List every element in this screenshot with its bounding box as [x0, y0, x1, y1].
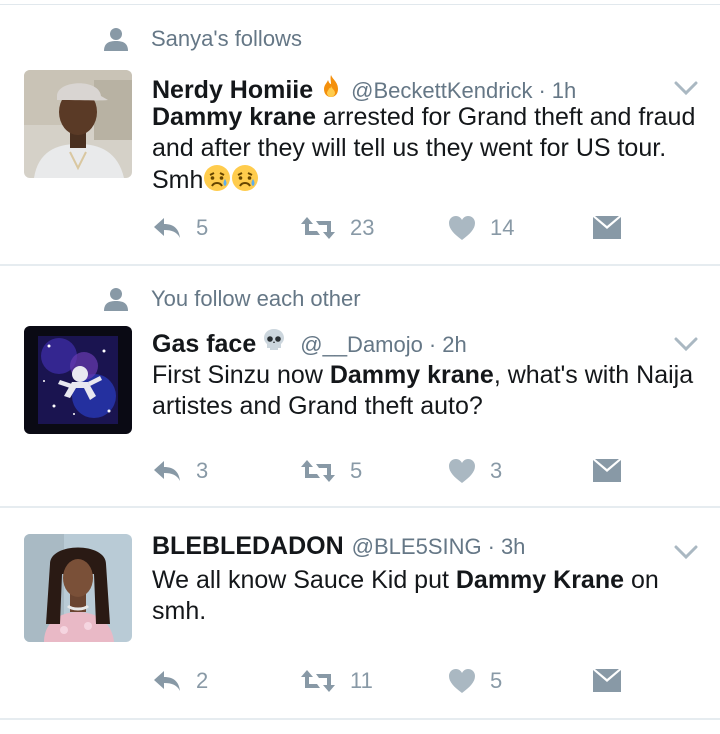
reply-count: 3 [196, 458, 209, 483]
retweet-icon [301, 670, 335, 692]
tweet[interactable]: You follow each other Gas face @__Damojo… [0, 266, 720, 508]
fire-icon [324, 75, 339, 97]
separator-dot: · [428, 332, 437, 357]
handle[interactable]: @BeckettKendrick [351, 78, 532, 104]
heart-icon [449, 459, 475, 483]
tweet-text-bold: Dammy Krane [455, 566, 625, 594]
separator-dot: · [538, 78, 546, 103]
chevron-down-icon[interactable] [674, 336, 698, 352]
retweet-count: 11 [350, 668, 373, 693]
timeline-feed: Sanya's follows Nerdy Homiie @BeckettKen… [0, 0, 720, 734]
social-context-text: You follow each other [151, 286, 361, 311]
avatar[interactable] [24, 534, 132, 642]
retweet-count: 5 [350, 458, 363, 483]
reply-count: 2 [196, 668, 209, 693]
retweet-button[interactable]: 11 [300, 668, 373, 694]
avatar-photo [24, 70, 132, 178]
like-count: 5 [490, 668, 503, 693]
social-context: You follow each other [103, 286, 361, 312]
retweet-icon [301, 460, 335, 482]
envelope-icon [593, 459, 621, 482]
avatar[interactable] [24, 326, 132, 434]
retweet-button[interactable]: 5 [300, 458, 362, 484]
skull-icon [264, 329, 285, 350]
avatar[interactable] [24, 70, 132, 178]
envelope-icon [593, 216, 621, 239]
direct-message-button[interactable] [592, 668, 636, 694]
direct-message-button[interactable] [592, 215, 636, 241]
tweet-text-pre: We all know Sauce Kid put [152, 566, 456, 594]
tweet-divider [0, 718, 720, 720]
disappointed-relieved-face-icon [204, 165, 231, 191]
tweet-text: First Sinzu now Dammy krane, what's with… [152, 360, 697, 422]
tweet-actions: 2 11 5 [152, 668, 632, 698]
timestamp[interactable]: 1h [552, 78, 576, 104]
avatar-photo [24, 326, 132, 434]
reply-button[interactable]: 3 [152, 458, 208, 484]
tweet-text-pre: First Sinzu now [152, 361, 330, 389]
tweet-actions: 5 23 14 [152, 215, 632, 245]
reply-icon [154, 218, 180, 238]
person-icon [104, 288, 128, 311]
display-name[interactable]: Gas face [152, 330, 256, 359]
reply-button[interactable]: 2 [152, 668, 208, 694]
timestamp[interactable]: 3h [501, 534, 525, 560]
tweet-text-bold: Dammy krane [329, 361, 494, 389]
person-icon [104, 28, 128, 51]
tweet[interactable]: BLEBLEDADON @BLE5SING · 3h We all know S… [0, 508, 720, 720]
tweet-header: BLEBLEDADON @BLE5SING · 3h [152, 532, 700, 561]
display-name[interactable]: Nerdy Homiie [152, 76, 313, 105]
tweet-actions: 3 5 3 [152, 458, 632, 488]
display-name[interactable]: BLEBLEDADON [152, 532, 344, 561]
like-button[interactable]: 5 [448, 668, 502, 694]
tweet-header: Nerdy Homiie @BeckettKendrick · 1h [152, 74, 700, 105]
heart-icon [449, 216, 475, 240]
tweet-text: We all know Sauce Kid put Dammy Krane on… [152, 565, 697, 627]
retweet-count: 23 [350, 215, 375, 240]
direct-message-button[interactable] [592, 458, 636, 484]
handle[interactable]: @BLE5SING [352, 534, 482, 560]
reply-icon [154, 671, 180, 691]
retweet-button[interactable]: 23 [300, 215, 374, 241]
social-context: Sanya's follows [103, 26, 302, 52]
reply-count: 5 [196, 215, 209, 240]
chevron-down-icon[interactable] [674, 80, 698, 96]
tweet-header: Gas face @__Damojo · 2h [152, 328, 700, 359]
handle[interactable]: @__Damojo [300, 332, 423, 358]
timestamp[interactable]: 2h [442, 332, 466, 358]
like-count: 14 [490, 215, 515, 240]
like-button[interactable]: 3 [448, 458, 502, 484]
envelope-icon [593, 669, 621, 692]
like-count: 3 [490, 458, 503, 483]
separator-dot: · [487, 534, 495, 559]
reply-icon [154, 461, 180, 481]
like-button[interactable]: 14 [448, 215, 514, 241]
disappointed-relieved-face-icon [232, 165, 259, 191]
reply-button[interactable]: 5 [152, 215, 208, 241]
chevron-down-icon[interactable] [674, 544, 698, 560]
tweet[interactable]: Sanya's follows Nerdy Homiie @BeckettKen… [0, 0, 720, 266]
avatar-photo [24, 534, 132, 642]
tweet-text: Dammy krane arrested for Grand theft and… [152, 102, 697, 196]
retweet-icon [301, 217, 335, 239]
tweet-text-bold: Dammy krane [152, 103, 316, 131]
social-context-text: Sanya's follows [151, 26, 302, 51]
heart-icon [449, 669, 475, 693]
